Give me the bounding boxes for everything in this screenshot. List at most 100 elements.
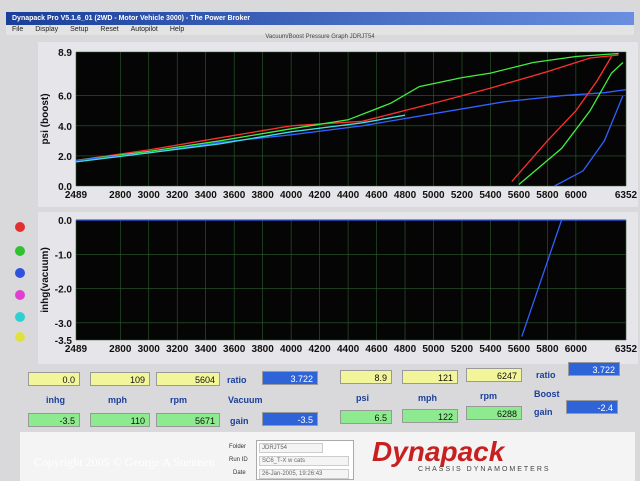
boost-y-tick: 2.0 (58, 152, 72, 163)
vacuum-peak-mph: 110 (90, 413, 150, 427)
boost-x-tick: 6352 (615, 190, 638, 201)
boost-x-tick: 4000 (280, 190, 303, 201)
boost-x-tick: 6000 (565, 190, 588, 201)
vacuum-plot-area (76, 220, 626, 340)
vacuum-value-mph: 109 (90, 372, 150, 386)
date-label: Date (233, 470, 246, 476)
vacuum-gain-value[interactable]: -3.5 (262, 412, 318, 426)
menu-help[interactable]: Help (170, 26, 184, 33)
run-info-box: Folder JDRJT54 Run ID SC6_T-X w cats Dat… (229, 440, 354, 480)
boost-peak-psi: 6.5 (340, 410, 392, 424)
vacuum-x-tick: 3200 (166, 344, 189, 355)
boost-x-tick: 3600 (223, 190, 246, 201)
boost-y-tick: 8.9 (58, 48, 72, 59)
vacuum-x-tick: 2800 (109, 344, 132, 355)
vacuum-value-rpm: 5604 (156, 372, 220, 386)
boost-x-tick: 2800 (109, 190, 132, 201)
boost-value-psi: 8.9 (340, 370, 392, 384)
boost-section-label: Boost (534, 389, 560, 399)
boost-y-tick: 4.0 (58, 122, 72, 133)
boost-x-tick: 5000 (422, 190, 445, 201)
boost-ratio-value[interactable]: 3.722 (568, 362, 620, 376)
boost-x-tick: 3000 (138, 190, 161, 201)
boost-x-tick: 4800 (394, 190, 417, 201)
menu-autopilot[interactable]: Autopilot (131, 26, 158, 33)
dynapack-logo: Dynapack CHASSIS DYNAMOMETERS (372, 436, 612, 480)
boost-y-tick: 0.0 (58, 182, 72, 193)
dyno-screen: Dynapack Pro V5.1.6_01 (2WD - Motor Vehi… (0, 0, 640, 481)
boost-ratio-label: ratio (536, 370, 556, 380)
menu-file[interactable]: File (12, 26, 23, 33)
vacuum-label-inhg: inhg (46, 395, 65, 405)
vacuum-y-tick: 0.0 (58, 216, 72, 227)
vacuum-x-tick: 3000 (138, 344, 161, 355)
vacuum-x-tick: 4000 (280, 344, 303, 355)
vacuum-y-tick: -3.5 (55, 336, 73, 347)
logo-wordmark: Dynapack (372, 436, 505, 467)
vacuum-x-tick: 5000 (422, 344, 445, 355)
vacuum-x-tick: 5200 (451, 344, 474, 355)
boost-x-tick: 5400 (479, 190, 502, 201)
folder-value: JDRJT54 (259, 443, 323, 453)
boost-x-tick: 3400 (195, 190, 218, 201)
vacuum-y-tick: -1.0 (55, 250, 73, 261)
series-dot-green[interactable] (15, 246, 25, 256)
series-dot-cyan[interactable] (15, 312, 25, 322)
vacuum-x-tick: 4400 (337, 344, 360, 355)
boost-value-mph: 121 (402, 370, 458, 384)
menu-setup[interactable]: Setup (70, 26, 88, 33)
vacuum-label-mph: mph (108, 395, 127, 405)
vacuum-peak-inhg: -3.5 (28, 413, 80, 427)
vacuum-x-tick: 6352 (615, 344, 638, 355)
series-dot-red[interactable] (15, 222, 25, 232)
vacuum-y-tick: -2.0 (55, 285, 73, 296)
boost-value-rpm: 6247 (466, 368, 522, 382)
boost-label-psi: psi (356, 393, 370, 403)
vacuum-value-inhg: 0.0 (28, 372, 80, 386)
date-value: 26-Jan-2005, 19:26:43 (259, 469, 349, 479)
series-dot-blue[interactable] (15, 268, 25, 278)
run-id-label: Run ID (229, 457, 248, 463)
boost-gain-value[interactable]: -2.4 (566, 400, 618, 414)
vacuum-x-tick: 3800 (252, 344, 275, 355)
boost-gain-label: gain (534, 407, 553, 417)
vacuum-ratio-value[interactable]: 3.722 (262, 371, 318, 385)
vacuum-x-tick: 5400 (479, 344, 502, 355)
vacuum-chart: 2489 2800 3000 3200 3400 3600 3800 4000 4200 4400… (38, 212, 638, 364)
menu-display[interactable]: Display (35, 26, 58, 33)
boost-x-tick: 3200 (166, 190, 189, 201)
boost-x-tick: 5800 (536, 190, 559, 201)
boost-x-tick: 3800 (252, 190, 275, 201)
boost-peak-rpm: 6288 (466, 406, 522, 420)
vacuum-y-tick: -3.0 (55, 319, 73, 330)
boost-y-axis-label: psi (boost) (40, 93, 51, 144)
boost-x-tick: 5600 (508, 190, 531, 201)
vacuum-section-label: Vacuum (228, 395, 263, 405)
boost-chart: 2489 2800 3000 3200 3400 3600 3800 4000 4200 4400… (38, 42, 638, 207)
vacuum-gain-label: gain (230, 416, 249, 426)
vacuum-y-axis-label: inhg(vacuum) (40, 247, 51, 313)
vacuum-x-tick: 3600 (223, 344, 246, 355)
boost-label-mph: mph (418, 393, 437, 403)
vacuum-x-tick: 5800 (536, 344, 559, 355)
boost-peak-mph: 122 (402, 409, 458, 423)
menu-reset[interactable]: Reset (100, 26, 118, 33)
vacuum-x-tick: 3400 (195, 344, 218, 355)
vacuum-x-tick: 5600 (508, 344, 531, 355)
vacuum-x-tick: 4200 (308, 344, 331, 355)
logo-subtitle: CHASSIS DYNAMOMETERS (418, 466, 551, 473)
vacuum-ratio-label: ratio (227, 375, 247, 385)
boost-x-tick: 4400 (337, 190, 360, 201)
series-dot-magenta[interactable] (15, 290, 25, 300)
vacuum-x-tick: 4600 (365, 344, 388, 355)
boost-x-tick: 4200 (308, 190, 331, 201)
boost-label-rpm: rpm (480, 391, 498, 401)
copyright-watermark: Copyright 2005 © George A Suennen (34, 455, 215, 469)
window-title-bar: Dynapack Pro V5.1.6_01 (2WD - Motor Vehi… (6, 12, 634, 25)
vacuum-label-rpm: rpm (170, 395, 188, 405)
series-dot-yellow[interactable] (15, 332, 25, 342)
vacuum-peak-rpm: 5671 (156, 413, 220, 427)
run-id-value: SC6_T-X w cats (259, 456, 349, 466)
vacuum-x-tick: 4800 (394, 344, 417, 355)
graph-title: Vacuum/Boost Pressure Graph JDRJT54 (265, 34, 375, 40)
